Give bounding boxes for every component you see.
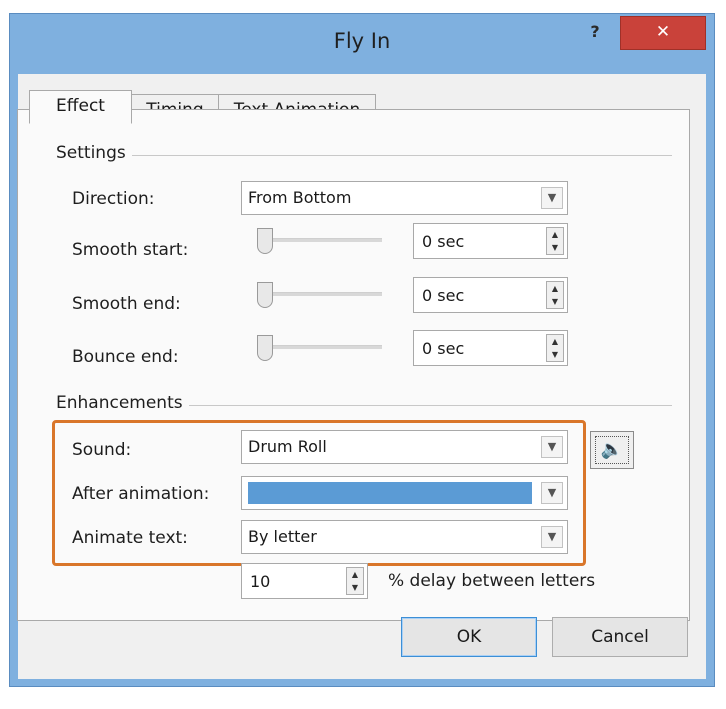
smooth-start-value: 0 sec bbox=[422, 232, 465, 251]
close-icon: ✕ bbox=[655, 22, 671, 42]
highlight-box bbox=[52, 420, 586, 566]
smooth-start-slider-track[interactable] bbox=[262, 238, 382, 242]
delay-value: 10 bbox=[250, 572, 271, 591]
smooth-end-slider-thumb[interactable] bbox=[257, 282, 273, 308]
spinner-arrows-icon[interactable]: ▲ ▼ bbox=[346, 567, 364, 595]
delay-suffix-label: % delay between letters bbox=[388, 571, 596, 591]
enhancements-group-label: Enhancements bbox=[56, 393, 189, 413]
chevron-down-icon[interactable]: ▼ bbox=[541, 187, 563, 209]
direction-dropdown[interactable]: From Bottom ▼ bbox=[241, 181, 568, 215]
bounce-end-slider-track[interactable] bbox=[262, 345, 382, 349]
smooth-end-slider-track[interactable] bbox=[262, 292, 382, 296]
sound-preview-button[interactable]: 🔈 bbox=[590, 431, 634, 469]
cancel-button[interactable]: Cancel bbox=[552, 617, 688, 657]
spinner-arrows-icon[interactable]: ▲ ▼ bbox=[546, 281, 564, 309]
settings-group-label: Settings bbox=[56, 143, 132, 163]
smooth-end-value: 0 sec bbox=[422, 286, 465, 305]
tab-effect-label: Effect bbox=[56, 96, 105, 116]
smooth-start-spinner[interactable]: 0 sec ▲ ▼ bbox=[413, 223, 568, 259]
delay-spinner[interactable]: 10 ▲ ▼ bbox=[241, 563, 368, 599]
smooth-end-label: Smooth end: bbox=[72, 294, 181, 314]
tab-effect[interactable]: Effect bbox=[29, 90, 132, 124]
close-button[interactable]: ✕ bbox=[620, 16, 706, 50]
bounce-end-spinner[interactable]: 0 sec ▲ ▼ bbox=[413, 330, 568, 366]
spinner-arrows-icon[interactable]: ▲ ▼ bbox=[546, 334, 564, 362]
bounce-end-slider-thumb[interactable] bbox=[257, 335, 273, 361]
speaker-icon: 🔈 bbox=[595, 436, 629, 464]
smooth-end-spinner[interactable]: 0 sec ▲ ▼ bbox=[413, 277, 568, 313]
bounce-end-label: Bounce end: bbox=[72, 347, 179, 367]
direction-value: From Bottom bbox=[248, 188, 352, 207]
ok-button[interactable]: OK bbox=[401, 617, 537, 657]
smooth-start-label: Smooth start: bbox=[72, 240, 189, 260]
bounce-end-value: 0 sec bbox=[422, 339, 465, 358]
help-button[interactable]: ? bbox=[580, 22, 610, 48]
direction-label: Direction: bbox=[72, 189, 155, 209]
spinner-arrows-icon[interactable]: ▲ ▼ bbox=[546, 227, 564, 255]
settings-divider bbox=[60, 155, 672, 156]
smooth-start-slider-thumb[interactable] bbox=[257, 228, 273, 254]
title-bar[interactable]: Fly In ? ✕ bbox=[10, 14, 714, 74]
